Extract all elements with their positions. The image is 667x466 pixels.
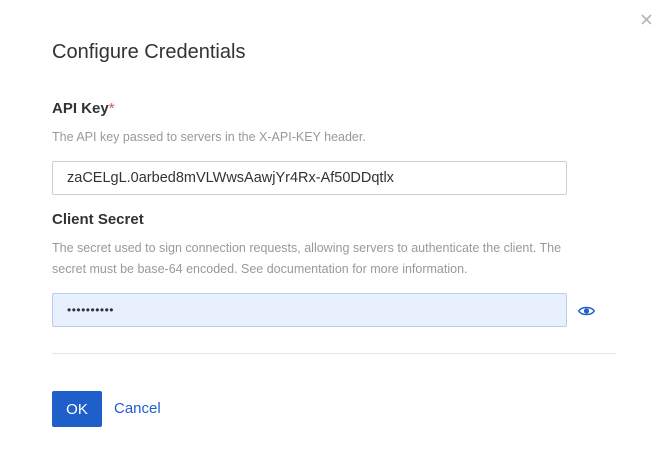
api-key-input[interactable]: zaCELgL.0arbed8mVLWwsAawjYr4Rx-Af50DDqtl…: [52, 161, 567, 195]
client-secret-help-line-2: secret must be base-64 encoded. See docu…: [52, 262, 468, 276]
dialog-title: Configure Credentials: [52, 41, 246, 63]
client-secret-label: Client Secret: [52, 211, 144, 228]
client-secret-help-line-1: The secret used to sign connection reque…: [52, 241, 562, 255]
client-secret-help: The secret used to sign connection reque…: [52, 238, 561, 280]
close-icon[interactable]: [636, 9, 656, 29]
required-mark: *: [108, 100, 115, 117]
configure-credentials-dialog: Configure Credentials API Key* The API k…: [0, 0, 667, 466]
ok-button[interactable]: OK: [52, 391, 102, 427]
client-secret-masked-value: ••••••••••: [67, 303, 115, 317]
footer-divider: [52, 353, 616, 354]
api-key-help: The API key passed to servers in the X-A…: [52, 130, 366, 144]
eye-icon[interactable]: [576, 302, 596, 320]
cancel-button[interactable]: Cancel: [114, 400, 161, 417]
api-key-label-text: API Key: [52, 100, 109, 117]
client-secret-input[interactable]: ••••••••••: [52, 293, 567, 327]
api-key-label: API Key*: [52, 100, 115, 117]
api-key-value: zaCELgL.0arbed8mVLWwsAawjYr4Rx-Af50DDqtl…: [67, 170, 394, 186]
